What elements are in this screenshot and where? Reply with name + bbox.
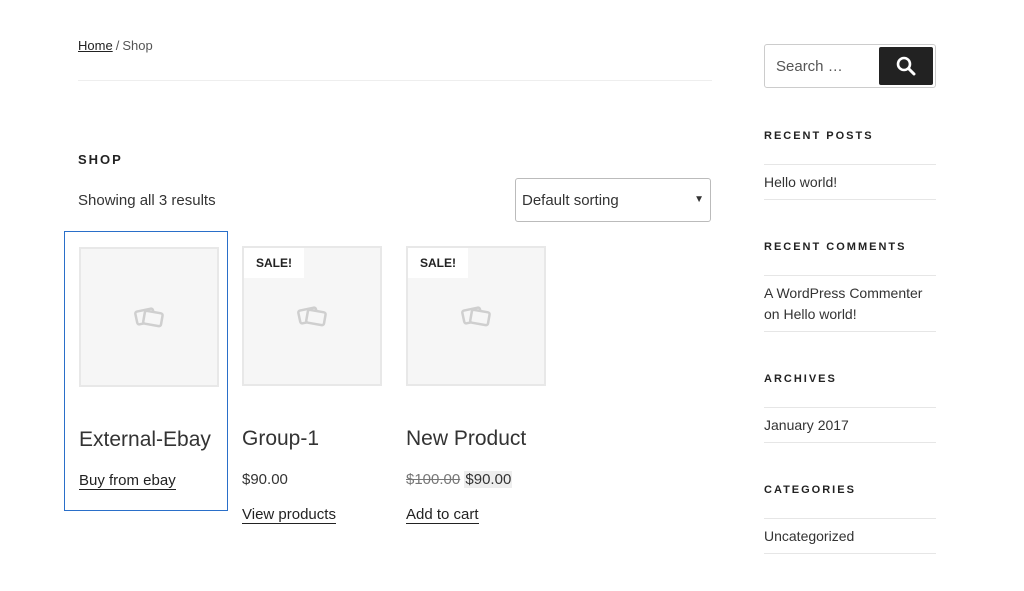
divider <box>764 442 936 443</box>
product-card[interactable]: External-Ebay Buy from ebay <box>64 231 228 511</box>
product-image[interactable]: SALE! <box>406 246 546 386</box>
page-title: SHOP <box>78 152 123 167</box>
widget-title-categories: CATEGORIES <box>764 484 856 496</box>
divider <box>764 275 936 276</box>
breadcrumb-home-link[interactable]: Home <box>78 38 113 53</box>
divider <box>764 407 936 408</box>
divider <box>764 199 936 200</box>
widget-title-archives: ARCHIVES <box>764 373 837 385</box>
product-card[interactable]: SALE! Group-1 $90.00 View products <box>228 231 392 524</box>
category-link[interactable]: Uncategorized <box>764 526 854 546</box>
buy-button[interactable]: Buy from ebay <box>79 472 176 490</box>
product-image[interactable] <box>79 247 219 387</box>
breadcrumb: Home / Shop <box>78 38 153 53</box>
search-icon <box>896 56 916 76</box>
divider <box>764 518 936 519</box>
chevron-down-icon: ▼ <box>694 194 704 205</box>
breadcrumb-separator: / <box>115 38 120 53</box>
product-image[interactable]: SALE! <box>242 246 382 386</box>
divider <box>764 164 936 165</box>
image-placeholder-icon <box>297 306 327 327</box>
product-card[interactable]: SALE! New Product $100.00 $90.00 Add to … <box>392 231 556 524</box>
product-price: $90.00 <box>242 471 288 488</box>
recent-comment-post-link[interactable]: Hello world! <box>783 306 856 322</box>
search-input[interactable]: Search … <box>776 58 843 75</box>
image-placeholder-icon <box>461 306 491 327</box>
product-title[interactable]: External-Ebay <box>79 428 211 452</box>
shop-page: Home / Shop SHOP Showing all 3 results Def… <box>0 0 1024 591</box>
breadcrumb-current: Shop <box>122 38 153 53</box>
recent-comment-on: on <box>764 306 780 322</box>
image-placeholder-icon <box>134 307 164 328</box>
sale-price: $90.00 <box>464 471 513 488</box>
widget-title-recent-posts: RECENT POSTS <box>764 130 874 142</box>
product-price: $100.00 $90.00 <box>406 471 513 488</box>
recent-post-link[interactable]: Hello world! <box>764 172 837 192</box>
divider <box>78 80 712 81</box>
recent-comment-entry: on Hello world! <box>764 304 857 324</box>
search-form: Search … <box>764 44 936 88</box>
result-count: Showing all 3 results <box>78 192 216 209</box>
sort-select-value: Default sorting <box>522 191 619 209</box>
old-price: $100.00 <box>406 471 461 488</box>
add-to-cart-button[interactable]: Add to cart <box>406 506 479 524</box>
sale-badge: SALE! <box>244 248 304 278</box>
sort-select[interactable]: Default sorting ▼ <box>515 178 711 222</box>
product-title[interactable]: Group-1 <box>242 427 319 451</box>
sale-badge: SALE! <box>408 248 468 278</box>
view-products-button[interactable]: View products <box>242 506 336 524</box>
search-button[interactable] <box>879 47 933 85</box>
recent-comment-author[interactable]: A WordPress Commenter <box>764 283 922 303</box>
divider <box>764 331 936 332</box>
widget-title-recent-comments: RECENT COMMENTS <box>764 241 907 253</box>
divider <box>764 553 936 554</box>
archive-link[interactable]: January 2017 <box>764 415 849 435</box>
product-title[interactable]: New Product <box>406 427 526 451</box>
